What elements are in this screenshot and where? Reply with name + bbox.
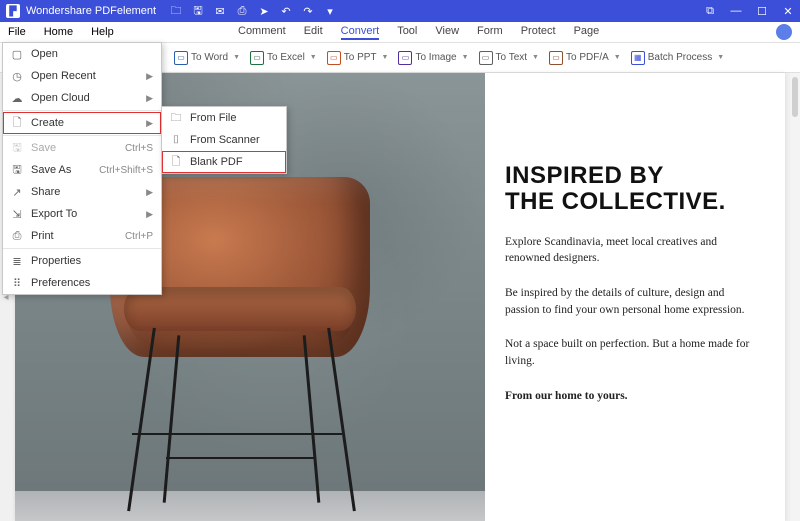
tab-edit[interactable]: Edit	[304, 25, 323, 40]
minimize-icon[interactable]: —	[730, 5, 742, 17]
menu-item-open-recent[interactable]: ◷Open Recent▶	[3, 65, 161, 87]
scrollbar-thumb[interactable]	[792, 77, 798, 117]
clock-icon: ◷	[11, 70, 23, 83]
saveas-icon: 🖫	[11, 161, 23, 180]
menu-item-save-as[interactable]: 🖫Save AsCtrl+Shift+S	[3, 159, 161, 181]
paragraph-1: Explore Scandinavia, meet local creative…	[505, 234, 759, 267]
vertical-scrollbar[interactable]	[790, 73, 800, 521]
submenu-item-from-file[interactable]: 🗀From File	[162, 107, 286, 129]
chevron-right-icon: ▶	[146, 209, 153, 220]
close-icon[interactable]: ✕	[782, 5, 794, 17]
heading-line1: INSPIRED BY	[505, 163, 759, 189]
qat-undo2-icon[interactable]: ↶	[280, 5, 292, 17]
tab-protect[interactable]: Protect	[521, 25, 556, 40]
export-icon: ⇲	[11, 208, 23, 221]
toolbar-icon: ▦	[631, 51, 645, 65]
page-text: INSPIRED BY THE COLLECTIVE. Explore Scan…	[485, 73, 785, 521]
toolbar-icon: ▭	[250, 51, 264, 65]
qat-print-icon[interactable]: ⎙	[236, 5, 248, 17]
tab-form[interactable]: Form	[477, 25, 503, 40]
submenu-item-from-scanner[interactable]: ⌷From Scanner	[162, 129, 286, 151]
toolbar-to-image[interactable]: ▭To Image▼	[394, 49, 472, 67]
menu-home[interactable]: Home	[44, 26, 73, 38]
toolbar-to-ppt[interactable]: ▭To PPT▼	[323, 49, 393, 67]
menu-item-share[interactable]: ↗Share▶	[3, 181, 161, 203]
menu-item-open-cloud[interactable]: ☁Open Cloud▶	[3, 87, 161, 109]
tab-convert[interactable]: Convert	[341, 25, 380, 40]
chevron-down-icon: ▼	[382, 54, 389, 61]
open-icon: ▢	[11, 48, 23, 61]
tab-tool[interactable]: Tool	[397, 25, 417, 40]
shortcut: Ctrl+P	[125, 231, 153, 242]
menu-item-open[interactable]: ▢Open	[3, 43, 161, 65]
folder-icon: 🗀	[170, 109, 182, 128]
qat-undo-icon[interactable]: ➤	[258, 5, 270, 17]
submenu-item-blank-pdf[interactable]: 🗋Blank PDF	[162, 151, 286, 173]
cloud-icon: ☁	[11, 92, 23, 105]
shortcut: Ctrl+Shift+S	[99, 165, 153, 176]
toolbar-icon: ▭	[549, 51, 563, 65]
toolbar-icon: ▭	[479, 51, 493, 65]
toolbar-to-text[interactable]: ▭To Text▼	[475, 49, 543, 67]
paragraph-4: From our home to yours.	[505, 388, 759, 405]
create-submenu: 🗀From File⌷From Scanner🗋Blank PDF	[161, 106, 287, 174]
qat-open-icon[interactable]: 🗀	[170, 5, 182, 17]
doc-icon: 🗋	[11, 114, 23, 133]
menu-file[interactable]: File	[8, 26, 26, 38]
tab-page[interactable]: Page	[574, 25, 600, 40]
chevron-right-icon: ▶	[146, 118, 153, 129]
toolbar-icon: ▭	[327, 51, 341, 65]
toolbar-to-word[interactable]: ▭To Word▼	[170, 49, 244, 67]
print-icon: ⎙	[11, 230, 23, 243]
chevron-down-icon: ▼	[310, 54, 317, 61]
chevron-right-icon: ▶	[146, 93, 153, 104]
chevron-down-icon: ▼	[717, 54, 724, 61]
ribbon-tabs: Comment Edit Convert Tool View Form Prot…	[238, 25, 599, 40]
props-icon: ≣	[11, 255, 23, 268]
qat-redo-icon[interactable]: ↷	[302, 5, 314, 17]
menu-item-create[interactable]: 🗋Create▶	[3, 112, 161, 134]
chevron-down-icon: ▼	[614, 54, 621, 61]
prefs-icon: ⠿	[11, 277, 23, 290]
menu-item-export-to[interactable]: ⇲Export To▶	[3, 203, 161, 225]
chevron-down-icon: ▼	[233, 54, 240, 61]
chevron-down-icon: ▼	[532, 54, 539, 61]
app-logo: ▛	[6, 4, 20, 18]
qat-save-icon[interactable]: 🖫	[192, 5, 204, 17]
toolbar-icon: ▭	[174, 51, 188, 65]
heading-line2: THE COLLECTIVE.	[505, 189, 759, 215]
share-icon: ↗	[11, 186, 23, 199]
quick-access-toolbar: 🗀 🖫 ✉ ⎙ ➤ ↶ ↷ ▾	[170, 5, 336, 17]
window-controls: ⧉ — ☐ ✕	[704, 5, 794, 17]
paragraph-2: Be inspired by the details of culture, d…	[505, 285, 759, 318]
blank-icon: 🗋	[170, 153, 182, 172]
toolbar-to-pdf-a[interactable]: ▭To PDF/A▼	[545, 49, 625, 67]
scanner-icon: ⌷	[170, 134, 182, 147]
restore-icon[interactable]: ⧉	[704, 5, 716, 17]
maximize-icon[interactable]: ☐	[756, 5, 768, 17]
tab-view[interactable]: View	[435, 25, 459, 40]
save-icon: 🖫	[11, 139, 23, 158]
toolbar-batch-process[interactable]: ▦Batch Process▼	[627, 49, 728, 67]
menu-item-properties[interactable]: ≣Properties	[3, 250, 161, 272]
user-avatar[interactable]	[776, 24, 792, 40]
toolbar-to-excel[interactable]: ▭To Excel▼	[246, 49, 321, 67]
menu-item-save: 🖫SaveCtrl+S	[3, 137, 161, 159]
paragraph-3: Not a space built on perfection. But a h…	[505, 336, 759, 369]
qat-dropdown-icon[interactable]: ▾	[324, 5, 336, 17]
menu-item-print[interactable]: ⎙PrintCtrl+P	[3, 225, 161, 247]
shortcut: Ctrl+S	[125, 143, 153, 154]
chevron-right-icon: ▶	[146, 187, 153, 198]
menubar: File Home Help Comment Edit Convert Tool…	[0, 22, 800, 43]
file-menu: ▢Open◷Open Recent▶☁Open Cloud▶ 🗋Create▶ 🖫S…	[2, 42, 162, 295]
tab-comment[interactable]: Comment	[238, 25, 286, 40]
chevron-right-icon: ▶	[146, 71, 153, 82]
menu-help[interactable]: Help	[91, 26, 114, 38]
menu-item-preferences[interactable]: ⠿Preferences	[3, 272, 161, 294]
chevron-down-icon: ▼	[462, 54, 469, 61]
titlebar: ▛ Wondershare PDFelement 🗀 🖫 ✉ ⎙ ➤ ↶ ↷ ▾…	[0, 0, 800, 22]
app-title: Wondershare PDFelement	[26, 5, 156, 17]
qat-mail-icon[interactable]: ✉	[214, 5, 226, 17]
toolbar-icon: ▭	[398, 51, 412, 65]
